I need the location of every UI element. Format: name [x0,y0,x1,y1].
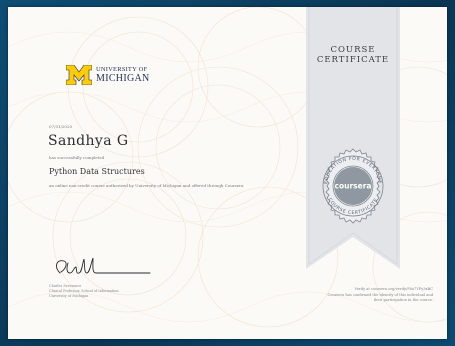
verification-note-2: their participation in the course. [373,298,433,302]
certificate: UNIVERSITY OF MICHIGAN 07/31/2020 Sandhy… [8,7,447,339]
course-description: an online non-credit course authorized b… [49,183,244,188]
logo-michigan-line: MICHIGAN [96,73,150,84]
logo-university-line: UNIVERSITY OF [96,66,148,73]
university-logo: UNIVERSITY OF MICHIGAN [66,65,176,87]
issue-date: 07/31/2020 [49,124,73,129]
recipient-name: Sandhya G [48,133,129,149]
signatory-name: Charles Severance [49,284,82,288]
signatory-title: Clinical Professor, School of Informatio… [49,289,119,293]
completed-text: has successfully completed [49,155,105,160]
signatory-organization: University of Michigan [49,294,89,298]
seal-brand: coursera [335,182,372,191]
verification-block: Verify at coursera.org/verify/P6a7YFy3xB… [273,287,433,304]
course-title: Python Data Structures [49,167,145,176]
ribbon-title-line1: COURSE [330,45,376,55]
coursera-seal: EDUCATION FOR EVERYONE COURSE CERTIFICAT… [322,148,384,224]
block-m-icon [66,65,92,85]
signature [56,257,151,274]
ribbon-title: COURSE CERTIFICATE [306,45,400,65]
ribbon-title-line2: CERTIFICATE [316,55,390,65]
